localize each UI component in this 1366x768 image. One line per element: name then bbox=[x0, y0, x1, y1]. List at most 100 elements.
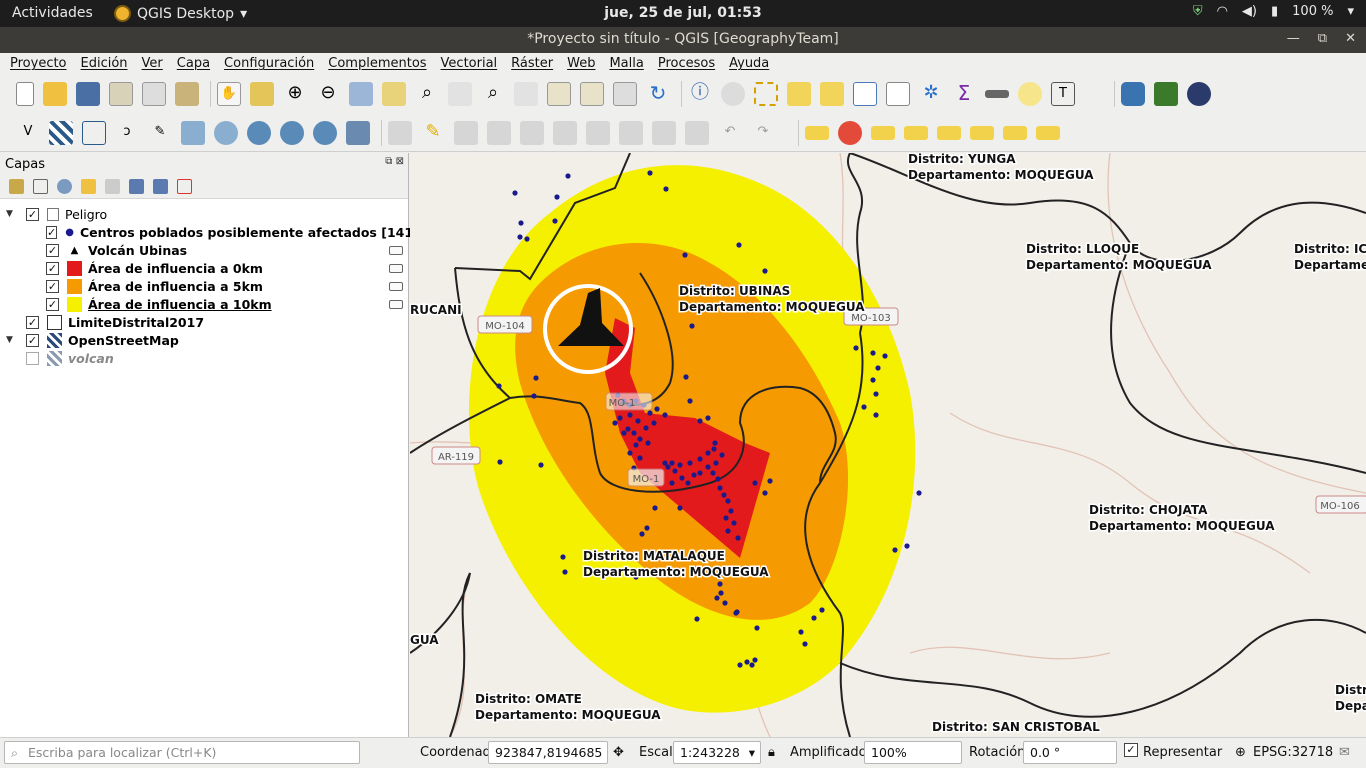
maximize-button[interactable]: ⧉ bbox=[1318, 31, 1327, 46]
attribute-table-icon[interactable] bbox=[853, 82, 877, 106]
add-delimited-text-icon[interactable]: ↄ bbox=[115, 121, 139, 145]
bookmark-icon[interactable] bbox=[613, 82, 637, 106]
map-tips-icon[interactable] bbox=[1018, 82, 1042, 106]
map-canvas[interactable]: MO-104 MO-103 AR-119 MO-1 MO-1 MO-106 Di… bbox=[410, 153, 1366, 737]
minimize-button[interactable]: — bbox=[1287, 31, 1300, 46]
highlight-labels-icon[interactable] bbox=[904, 125, 928, 140]
identify-icon[interactable]: ⓘ bbox=[688, 82, 712, 106]
style-panel-icon[interactable] bbox=[9, 179, 24, 194]
layer-area5[interactable]: ✓ Área de influencia a 5km bbox=[46, 277, 406, 295]
layer-group-peligro[interactable]: ▼ ✓ Peligro bbox=[6, 205, 107, 223]
pin-labels-icon[interactable] bbox=[871, 125, 895, 140]
measure-icon[interactable] bbox=[985, 90, 1009, 98]
add-wfs-icon[interactable] bbox=[280, 120, 304, 145]
messages-icon[interactable]: ✉ bbox=[1339, 745, 1350, 760]
show-hide-labels-icon[interactable] bbox=[937, 125, 961, 140]
new-map-view-icon[interactable] bbox=[547, 82, 571, 106]
new-print-layout-icon[interactable] bbox=[109, 82, 133, 106]
zoom-out-icon[interactable]: ⊖ bbox=[316, 82, 340, 106]
label-rules-icon[interactable] bbox=[838, 120, 862, 145]
menu-ayuda[interactable]: Ayuda bbox=[729, 53, 769, 75]
delete-icon[interactable] bbox=[586, 120, 610, 145]
new-project-icon[interactable] bbox=[16, 82, 34, 106]
menu-web[interactable]: Web bbox=[567, 53, 595, 75]
layer-area0[interactable]: ✓ Área de influencia a 0km bbox=[46, 259, 406, 277]
layer-checkbox[interactable]: ✓ bbox=[46, 243, 59, 257]
copy-icon[interactable] bbox=[652, 120, 676, 145]
layer-checkbox[interactable]: ✓ bbox=[46, 225, 58, 239]
add-group-icon[interactable] bbox=[33, 179, 48, 194]
zoom-next-icon[interactable] bbox=[514, 82, 538, 106]
menu-vectorial[interactable]: Vectorial bbox=[441, 53, 498, 75]
move-label-icon[interactable] bbox=[970, 125, 994, 140]
manage-themes-icon[interactable] bbox=[57, 179, 72, 194]
select-features-icon[interactable] bbox=[754, 82, 778, 106]
new-3d-map-icon[interactable] bbox=[580, 82, 604, 106]
python-console-icon[interactable] bbox=[1121, 82, 1145, 106]
crs-button[interactable]: EPSG:32718 bbox=[1253, 745, 1333, 760]
deselect-icon[interactable] bbox=[820, 82, 844, 106]
scale-combo[interactable]: 1:243228 ▾ bbox=[673, 741, 761, 764]
field-calculator-icon[interactable] bbox=[886, 82, 910, 106]
add-wms-icon[interactable] bbox=[247, 120, 271, 145]
digitize-icon[interactable] bbox=[487, 120, 511, 145]
add-vector-layer-icon[interactable]: V bbox=[16, 121, 40, 145]
coordinate-field[interactable]: 923847,8194685 bbox=[488, 741, 608, 764]
modify-attributes-icon[interactable] bbox=[553, 120, 577, 145]
globe-icon[interactable] bbox=[1187, 82, 1211, 106]
locator-input[interactable]: ⌕ Escriba para localizar (Ctrl+K) bbox=[4, 741, 360, 764]
zoom-to-layer-icon[interactable]: ⌕ bbox=[415, 82, 439, 106]
layer-checkbox[interactable]: ✓ bbox=[46, 261, 59, 275]
text-annotation-icon[interactable]: T bbox=[1051, 82, 1075, 106]
new-layer-icon[interactable] bbox=[346, 120, 370, 145]
layer-checkbox[interactable]: ✓ bbox=[46, 297, 59, 311]
change-label-icon[interactable] bbox=[1036, 125, 1060, 140]
actions-icon[interactable] bbox=[721, 82, 745, 106]
close-panel-button[interactable]: ⊠ bbox=[396, 156, 404, 167]
zoom-last-icon[interactable]: ⌕ bbox=[481, 82, 505, 106]
paste-icon[interactable] bbox=[685, 120, 709, 145]
menu-raster[interactable]: Ráster bbox=[511, 53, 553, 75]
rotation-spinbox[interactable]: 0.0 ° bbox=[1023, 741, 1117, 764]
menu-procesos[interactable]: Procesos bbox=[658, 53, 715, 75]
vertex-tool-icon[interactable] bbox=[520, 120, 544, 145]
layout-manager-icon[interactable] bbox=[142, 82, 166, 106]
rotate-label-icon[interactable] bbox=[1003, 125, 1027, 140]
layer-volcan[interactable]: volcan bbox=[26, 349, 114, 367]
open-project-icon[interactable] bbox=[43, 82, 67, 106]
menu-capa[interactable]: Capa bbox=[177, 53, 210, 75]
menu-complementos[interactable]: Complementos bbox=[328, 53, 426, 75]
zoom-in-icon[interactable]: ⊕ bbox=[283, 82, 307, 106]
add-wcs-icon[interactable] bbox=[313, 120, 337, 145]
grass-icon[interactable] bbox=[1154, 82, 1178, 106]
style-manager-icon[interactable] bbox=[175, 82, 199, 106]
processing-toolbox-icon[interactable]: ✲ bbox=[919, 82, 943, 106]
save-edits-icon[interactable] bbox=[454, 120, 478, 145]
magnifier-spinbox[interactable]: 100% bbox=[864, 741, 962, 764]
float-panel-button[interactable]: ⧉ bbox=[385, 156, 392, 167]
add-spatialite-icon[interactable]: ✎ bbox=[148, 121, 172, 145]
menu-edicion[interactable]: Edición bbox=[81, 53, 128, 75]
lock-icon[interactable]: 🔒︎ bbox=[768, 745, 775, 760]
add-mesh-layer-icon[interactable] bbox=[82, 120, 106, 145]
system-tray[interactable]: ⛨ ◠ ◀) ▮ 100 % ▾ bbox=[1193, 4, 1354, 19]
add-raster-layer-icon[interactable] bbox=[49, 120, 73, 145]
zoom-full-icon[interactable] bbox=[349, 82, 373, 106]
filter-expression-icon[interactable] bbox=[105, 179, 120, 194]
render-checkbox[interactable]: ✓ bbox=[1124, 743, 1138, 757]
layer-centros[interactable]: ✓ ● Centros poblados posiblemente afecta… bbox=[46, 223, 419, 241]
redo-icon[interactable]: ↷ bbox=[751, 121, 775, 145]
layer-area10[interactable]: ✓ Área de influencia a 10km bbox=[46, 295, 406, 313]
layer-checkbox[interactable]: ✓ bbox=[46, 279, 59, 293]
remove-layer-icon[interactable] bbox=[177, 179, 192, 194]
mouse-icon[interactable]: ✥ bbox=[613, 745, 624, 760]
menu-proyecto[interactable]: Proyecto bbox=[10, 53, 67, 75]
pan-map-icon[interactable]: ✋ bbox=[217, 82, 241, 106]
menu-configuracion[interactable]: Configuración bbox=[224, 53, 314, 75]
filter-icon[interactable] bbox=[81, 179, 96, 194]
zoom-to-selection-icon[interactable] bbox=[382, 82, 406, 106]
zoom-native-icon[interactable] bbox=[448, 82, 472, 106]
add-postgis-icon[interactable] bbox=[181, 120, 205, 145]
collapse-arrow-icon[interactable]: ▼ bbox=[6, 335, 16, 345]
layer-osm[interactable]: ▼ ✓ OpenStreetMap bbox=[6, 331, 179, 349]
